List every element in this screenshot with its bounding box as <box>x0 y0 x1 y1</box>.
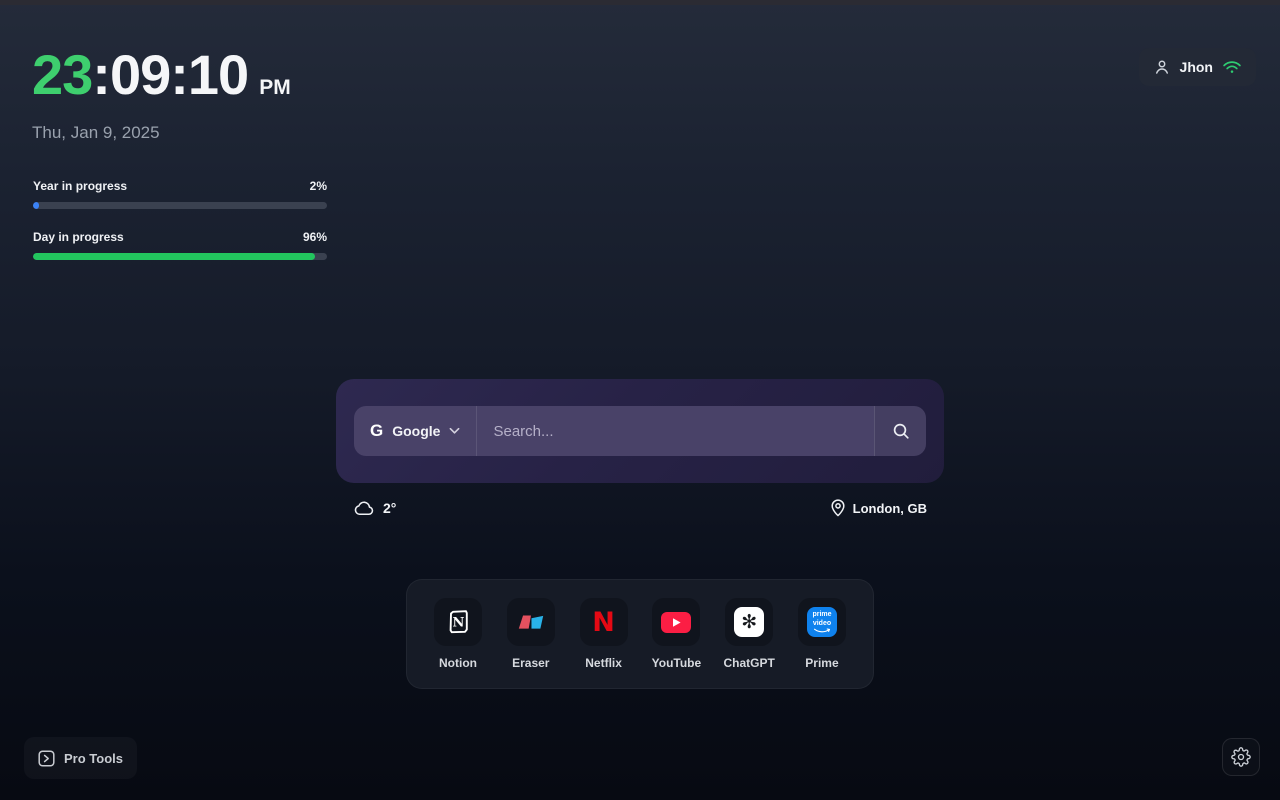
day-progress-value: 96% <box>302 230 327 244</box>
chevron-down-icon <box>449 427 460 435</box>
day-progress: Day in progress 96% <box>33 230 327 260</box>
eraser-icon <box>506 598 555 646</box>
clock-minutes: 09 <box>109 43 171 106</box>
user-name: Jhon <box>1179 59 1213 75</box>
shortcut-label: Netflix <box>585 656 622 670</box>
youtube-icon <box>652 598 701 646</box>
clock-date: Thu, Jan 9, 2025 <box>32 123 160 142</box>
weather-location[interactable]: London, GB <box>831 499 927 517</box>
search-card: G Google <box>336 379 944 483</box>
chatgpt-icon: ✻ <box>725 598 774 646</box>
clock-widget: 23 : 09 : 10 PM Thu, Jan 9, 2025 <box>32 42 291 143</box>
shortcut-label: YouTube <box>651 656 702 670</box>
google-icon: G <box>370 421 384 440</box>
search-input[interactable] <box>477 406 874 456</box>
shortcut-label: Prime <box>805 656 839 670</box>
settings-button[interactable] <box>1222 738 1260 776</box>
weather-summary[interactable]: 2° <box>353 500 396 516</box>
day-progress-fill <box>33 253 316 260</box>
weather-temperature: 2° <box>383 500 397 516</box>
user-badge[interactable]: Jhon <box>1138 48 1256 86</box>
search-provider-name: Google <box>392 423 441 439</box>
year-progress-label: Year in progress <box>33 179 128 193</box>
wifi-icon <box>1222 59 1242 75</box>
new-tab-dashboard: 23 : 09 : 10 PM Thu, Jan 9, 2025 Year in… <box>0 0 1280 800</box>
clock-separator: : <box>170 43 189 106</box>
year-progress-fill <box>33 202 39 209</box>
shortcut-label: ChatGPT <box>723 656 775 670</box>
pro-tools-label: Pro Tools <box>64 750 123 766</box>
day-progress-track <box>33 253 327 260</box>
cloud-icon <box>353 500 375 516</box>
search-submit-button[interactable] <box>874 406 926 456</box>
shortcut-chatgpt[interactable]: ✻ ChatGPT <box>723 598 775 670</box>
shortcut-label: Eraser <box>512 656 550 670</box>
search-bar: G Google <box>354 406 926 456</box>
clock-time: 23 : 09 : 10 PM <box>32 42 291 107</box>
prime-video-icon: prime video <box>797 598 846 646</box>
svg-text:N: N <box>452 616 464 631</box>
weather-row: 2° London, GB <box>336 494 944 522</box>
shortcut-label: Notion <box>439 656 477 670</box>
shortcut-prime[interactable]: prime video Prime <box>797 598 846 670</box>
shortcut-notion[interactable]: N Notion <box>434 598 482 670</box>
clock-seconds: 10 <box>187 43 249 106</box>
search-provider-dropdown[interactable]: G Google <box>354 406 478 456</box>
clock-hours: 23 <box>32 43 93 106</box>
panel-chevron-icon <box>38 749 55 767</box>
progress-widget: Year in progress 2% Day in progress 96% <box>33 179 327 281</box>
weather-location-name: London, GB <box>852 500 927 516</box>
gear-icon <box>1231 747 1251 767</box>
notion-icon: N <box>434 598 482 646</box>
pro-tools-button[interactable]: Pro Tools <box>24 737 137 779</box>
top-strip <box>0 0 1280 5</box>
clock-meridiem: PM <box>259 76 291 99</box>
location-pin-icon <box>831 499 845 517</box>
user-icon <box>1153 58 1171 76</box>
day-progress-label: Day in progress <box>33 230 124 244</box>
shortcut-netflix[interactable]: N Netflix <box>579 598 628 670</box>
shortcut-eraser[interactable]: Eraser <box>506 598 555 670</box>
netflix-icon: N <box>579 598 628 646</box>
year-progress-track <box>33 202 327 209</box>
shortcut-youtube[interactable]: YouTube <box>651 598 702 670</box>
year-progress-value: 2% <box>309 179 327 193</box>
clock-separator: : <box>92 43 111 106</box>
shortcuts-card: N Notion Eraser N Netflix YouTube ✻ Chat… <box>406 579 874 689</box>
search-icon <box>891 421 911 441</box>
year-progress: Year in progress 2% <box>33 179 327 209</box>
